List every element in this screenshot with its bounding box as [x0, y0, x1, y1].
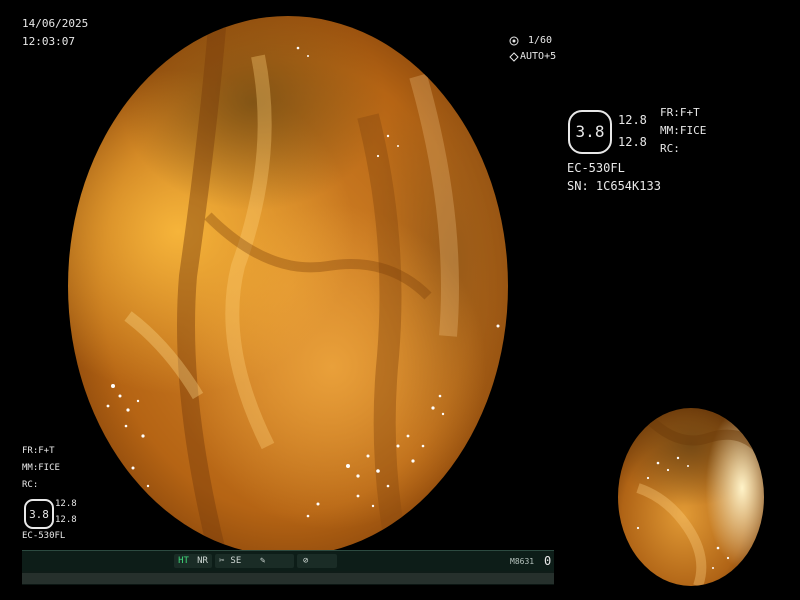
enhancement-value: 3.8 — [575, 122, 605, 141]
counter: 0 — [544, 554, 552, 568]
mucosa-texture — [106, 16, 500, 556]
record-segment[interactable]: ⊘ — [297, 554, 337, 568]
enhancement-badge-small: 3.8 — [24, 499, 54, 529]
enhancement-value-small: 3.8 — [29, 507, 49, 521]
pencil-segment[interactable]: ✎ — [254, 554, 294, 568]
value-top-small: 12.8 — [55, 499, 77, 509]
status-row: HT NR ✂ SE ✎ ⊘ M8631 0 — [22, 551, 554, 571]
endoscopic-main-view — [68, 16, 508, 556]
frame-mode-label: FR:F+T — [660, 106, 700, 119]
shutter-icon — [509, 36, 521, 46]
record-icon: ⊘ — [303, 555, 309, 566]
mode-label: MM:FICE — [660, 124, 707, 137]
date-label: 14/06/2025 — [22, 17, 89, 30]
serial-number: SN: 1C654K133 — [567, 179, 661, 193]
auto-exposure-value: AUTO+5 — [520, 51, 557, 62]
pencil-icon: ✎ — [260, 555, 266, 566]
status-bar: HT NR ✂ SE ✎ ⊘ M8631 0 — [22, 550, 554, 585]
rc-label-small: RC: — [22, 480, 39, 490]
se-indicator: SE — [230, 555, 242, 566]
value-bottom: 12.8 — [618, 135, 647, 149]
ht-nr-segment[interactable]: HT NR — [174, 554, 212, 568]
thumbnail-texture — [636, 414, 762, 586]
shutter-value: 1/60 — [528, 35, 553, 46]
scope-model: EC-530FL — [567, 161, 625, 175]
rc-label: RC: — [660, 142, 680, 155]
scissor-icon: ✂ — [219, 555, 225, 566]
frame-mode-label-small: FR:F+T — [22, 446, 55, 456]
enhancement-badge: 3.8 — [568, 110, 612, 154]
nr-indicator: NR — [197, 555, 208, 566]
mode-label-small: MM:FICE — [22, 463, 60, 473]
time-label: 12:03:07 — [22, 35, 75, 48]
device-code: M8631 — [510, 557, 535, 566]
status-row-secondary — [22, 573, 554, 584]
value-bottom-small: 12.8 — [55, 515, 77, 525]
scope-model-small: EC-530FL — [22, 531, 66, 541]
endoscopic-thumbnail-view — [618, 408, 764, 586]
ht-indicator: HT — [178, 555, 189, 566]
value-top: 12.8 — [618, 113, 647, 127]
